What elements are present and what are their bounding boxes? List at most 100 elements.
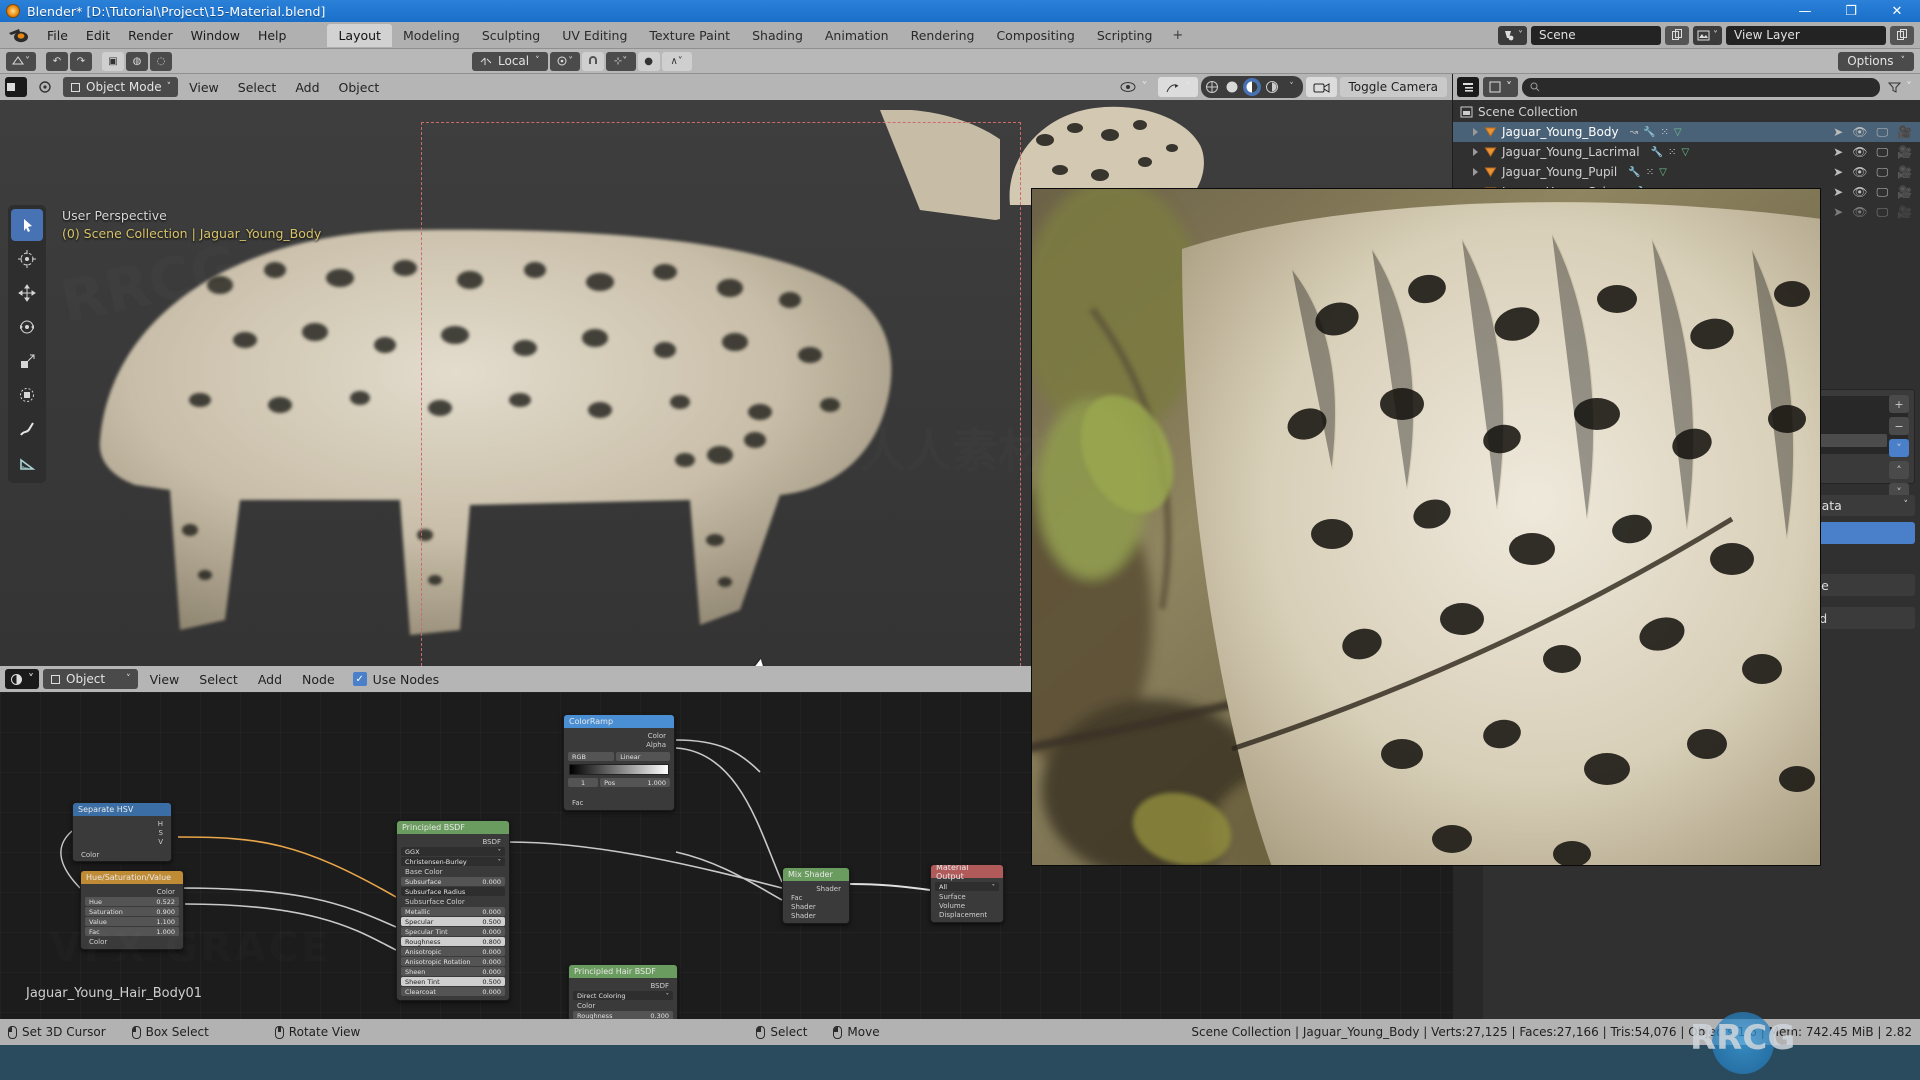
measure-tool-button[interactable] <box>11 447 43 479</box>
outliner-display-mode-dropdown[interactable]: ˅ <box>1483 77 1518 97</box>
move-slot-up-button[interactable]: ˄ <box>1889 461 1909 479</box>
node-input-displacement[interactable]: Displacement <box>935 910 999 919</box>
tab-sculpting[interactable]: Sculpting <box>471 24 551 47</box>
node-principled-bsdf[interactable]: Principled BSDF BSDF GGX˅ Christensen-Bu… <box>396 820 510 1001</box>
proportional-editing-toggle[interactable]: ● <box>638 52 660 71</box>
scale-tool-button[interactable] <box>11 345 43 377</box>
blender-logo-icon[interactable] <box>8 26 30 44</box>
select-lasso-icon[interactable]: ◌ <box>150 52 172 71</box>
bsdf-subsurface-method[interactable]: Christensen-Burley˅ <box>401 857 505 866</box>
node-principled-hair-bsdf[interactable]: Principled Hair BSDF BSDF Direct Colorin… <box>568 964 678 1019</box>
new-scene-button[interactable] <box>1665 26 1689 45</box>
hair-coloring-mode[interactable]: Direct Coloring˅ <box>573 991 673 1000</box>
colorramp-pos[interactable]: Pos 1.000 <box>600 778 670 787</box>
visibility-icon[interactable]: ˅ <box>1112 77 1155 97</box>
node-output-shader[interactable]: Shader <box>787 884 845 893</box>
tab-layout[interactable]: Layout <box>327 24 392 47</box>
node-output-h[interactable]: H <box>77 819 167 828</box>
disable-render-icon[interactable]: 🎥 <box>1897 185 1912 199</box>
rotate-tool-button[interactable] <box>11 311 43 343</box>
bsdf-anisotropic-rotation[interactable]: Anisotropic Rotation0.000 <box>401 957 505 966</box>
disable-render-icon[interactable]: 🎥 <box>1897 125 1912 139</box>
restrict-select-icon[interactable]: ➤ <box>1833 125 1843 139</box>
bsdf-distribution[interactable]: GGX˅ <box>401 847 505 856</box>
tab-texture-paint[interactable]: Texture Paint <box>638 24 741 47</box>
select-circle-icon[interactable]: ◍ <box>126 52 148 71</box>
node-input-fac[interactable]: Fac <box>787 893 845 902</box>
options-button[interactable]: Options ˅ <box>1838 52 1914 71</box>
bsdf-clearcoat[interactable]: Clearcoat0.000 <box>401 987 505 996</box>
viewlayer-browse-icon[interactable]: ˅ <box>1693 26 1722 45</box>
tab-modeling[interactable]: Modeling <box>392 24 471 47</box>
node-hue-saturation-value[interactable]: Hue/Saturation/Value Color Hue 0.522 Sat… <box>80 870 184 950</box>
menu-window[interactable]: Window <box>182 25 249 46</box>
viewport-menu-object[interactable]: Object <box>331 78 388 97</box>
tab-shading[interactable]: Shading <box>741 24 814 47</box>
node-material-output[interactable]: Material Output All˅ Surface Volume Disp… <box>930 864 1004 923</box>
transform-tool-button[interactable] <box>11 379 43 411</box>
proportional-falloff-icon[interactable]: ∧˅ <box>662 52 692 71</box>
bsdf-specular[interactable]: Specular0.500 <box>401 917 505 926</box>
viewport-menu-select[interactable]: Select <box>230 78 285 97</box>
maximize-button[interactable]: ❐ <box>1828 0 1874 22</box>
menu-render[interactable]: Render <box>119 25 182 46</box>
bsdf-metallic[interactable]: Metallic0.000 <box>401 907 505 916</box>
node-input-volume[interactable]: Volume <box>935 901 999 910</box>
tab-compositing[interactable]: Compositing <box>985 24 1085 47</box>
gizmo-icon[interactable]: ˅ <box>1158 77 1198 97</box>
snap-magnet-icon[interactable] <box>582 52 604 71</box>
restrict-select-icon[interactable]: ➤ <box>1833 145 1843 159</box>
outliner-editor-type-icon[interactable] <box>1457 77 1479 97</box>
node-input-surface[interactable]: Surface <box>935 892 999 901</box>
node-header[interactable]: Principled Hair BSDF <box>569 965 677 978</box>
close-button[interactable]: ✕ <box>1874 0 1920 22</box>
output-target[interactable]: All˅ <box>935 882 999 891</box>
slot-specials-button[interactable]: ˅ <box>1889 439 1909 457</box>
hide-viewport-icon[interactable]: 👁 <box>1852 145 1867 159</box>
shading-solid-icon[interactable] <box>1223 78 1241 96</box>
node-separate-hsv[interactable]: Separate HSV H S V Color <box>72 802 172 862</box>
node-field-fac[interactable]: Fac 1.000 <box>85 927 179 936</box>
node-header[interactable]: Mix Shader <box>783 868 849 881</box>
bsdf-subsurface[interactable]: Subsurface0.000 <box>401 877 505 886</box>
disable-render-icon[interactable]: 🎥 <box>1897 145 1912 159</box>
node-header[interactable]: Material Output <box>931 865 1003 878</box>
viewlayer-name-field[interactable]: View Layer <box>1726 26 1886 45</box>
select-box-icon[interactable]: ▣ <box>102 52 124 71</box>
tab-scripting[interactable]: Scripting <box>1086 24 1164 47</box>
disable-viewport-icon[interactable]: 🖵 <box>1876 185 1888 200</box>
node-header[interactable]: Separate HSV <box>73 803 171 816</box>
shader-editor-type-icon[interactable]: ˅ <box>5 669 39 689</box>
bsdf-anisotropic[interactable]: Anisotropic0.000 <box>401 947 505 956</box>
node-output-bsdf[interactable]: BSDF <box>573 981 673 990</box>
bsdf-roughness[interactable]: Roughness0.800 <box>401 937 505 946</box>
use-nodes-checkbox[interactable]: ✓ <box>353 672 367 686</box>
node-header[interactable]: Hue/Saturation/Value <box>81 871 183 884</box>
hide-viewport-icon[interactable]: 👁 <box>1852 205 1867 219</box>
cursor-tool-button[interactable] <box>11 243 43 275</box>
annotate-tool-button[interactable] <box>11 413 43 445</box>
shading-material-preview-icon[interactable] <box>1243 78 1261 96</box>
shading-wireframe-icon[interactable] <box>1203 78 1221 96</box>
snap-target-icon[interactable]: ⊹˅ <box>606 52 636 71</box>
disable-viewport-icon[interactable]: 🖵 <box>1876 205 1888 220</box>
hide-viewport-icon[interactable]: 👁 <box>1852 165 1867 179</box>
disable-viewport-icon[interactable]: 🖵 <box>1876 145 1888 160</box>
outliner-item-jaguar-young-lacrimal[interactable]: Jaguar_Young_Lacrimal 🔧 ⁙ ▽ ➤ 👁 🖵 🎥 <box>1453 142 1920 162</box>
mode-select-dropdown[interactable]: Object Mode ˅ <box>63 77 178 97</box>
bsdf-sheen[interactable]: Sheen0.000 <box>401 967 505 976</box>
node-output-s[interactable]: S <box>77 828 167 837</box>
remove-material-slot-button[interactable]: − <box>1889 417 1909 435</box>
outliner-filter-icon[interactable]: ˅ <box>1884 77 1916 97</box>
node-input-shader-2[interactable]: Shader <box>787 911 845 920</box>
node-field-hue[interactable]: Hue 0.522 <box>85 897 179 906</box>
pivot-point-icon[interactable]: ˅ <box>550 52 580 71</box>
transform-orientation-select[interactable]: Local ˅ <box>472 52 548 71</box>
node-output-alpha[interactable]: Alpha <box>568 740 670 749</box>
toggle-camera-button[interactable]: Toggle Camera <box>1340 77 1448 97</box>
node-input-shader-1[interactable]: Shader <box>787 902 845 911</box>
outliner-search-input[interactable] <box>1522 78 1880 97</box>
expand-triangle-icon[interactable] <box>1473 128 1478 136</box>
node-header[interactable]: Principled BSDF <box>397 821 509 834</box>
restrict-select-icon[interactable]: ➤ <box>1833 205 1843 219</box>
